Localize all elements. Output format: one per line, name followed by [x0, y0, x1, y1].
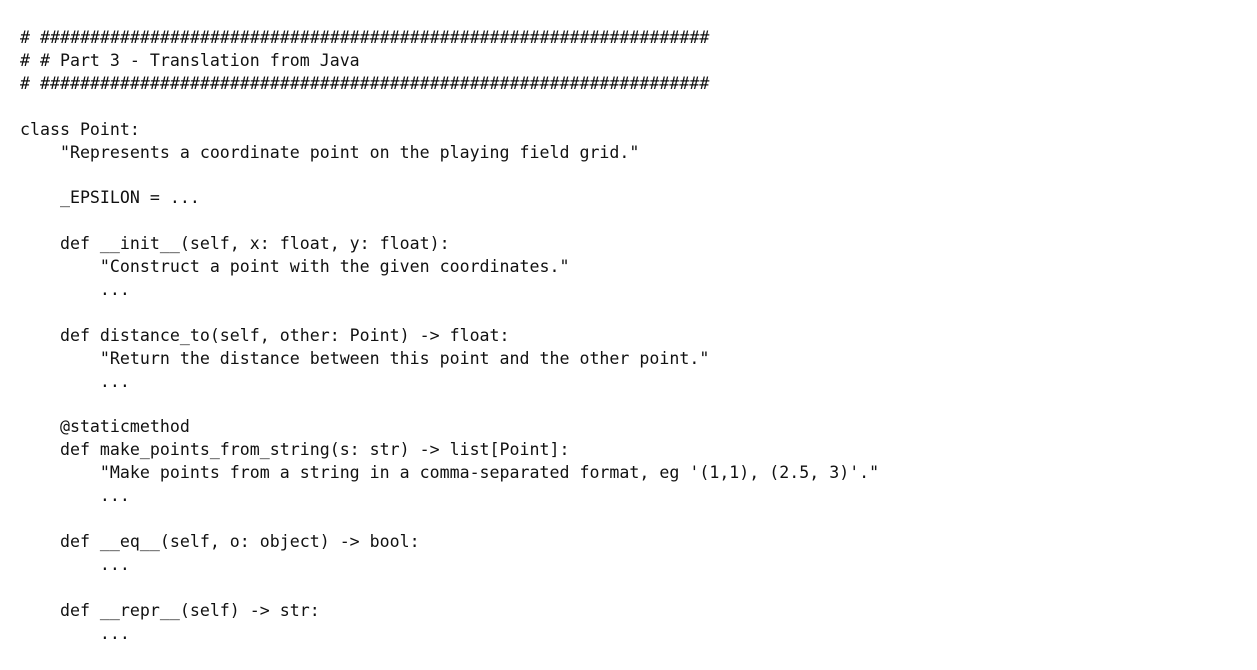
- code-line: ...: [20, 623, 130, 643]
- code-line: "Construct a point with the given coordi…: [20, 257, 570, 277]
- code-line: "Make points from a string in a comma-se…: [20, 463, 880, 483]
- code-line: "Represents a coordinate point on the pl…: [20, 142, 640, 162]
- code-line: @staticmethod: [20, 417, 190, 437]
- code-line: def make_points_from_string(s: str) -> l…: [20, 440, 570, 460]
- code-line: def __init__(self, x: float, y: float):: [20, 234, 450, 254]
- code-line: _EPSILON = ...: [20, 188, 200, 208]
- code-line: def distance_to(self, other: Point) -> f…: [20, 325, 510, 345]
- code-line: "Return the distance between this point …: [20, 348, 710, 368]
- code-line: def __eq__(self, o: object) -> bool:: [20, 531, 420, 551]
- code-line: # # Part 3 - Translation from Java: [20, 50, 360, 70]
- code-line: ...: [20, 279, 130, 299]
- code-line: # ######################################…: [20, 28, 710, 47]
- code-line: class Point:: [20, 119, 140, 139]
- code-line: def __repr__(self) -> str:: [20, 600, 320, 620]
- code-line: # ######################################…: [20, 73, 710, 93]
- code-line: ...: [20, 486, 130, 506]
- code-listing[interactable]: # ######################################…: [20, 27, 879, 645]
- code-line: ...: [20, 554, 130, 574]
- code-line: ...: [20, 371, 130, 391]
- code-viewport: # ######################################…: [0, 0, 1257, 670]
